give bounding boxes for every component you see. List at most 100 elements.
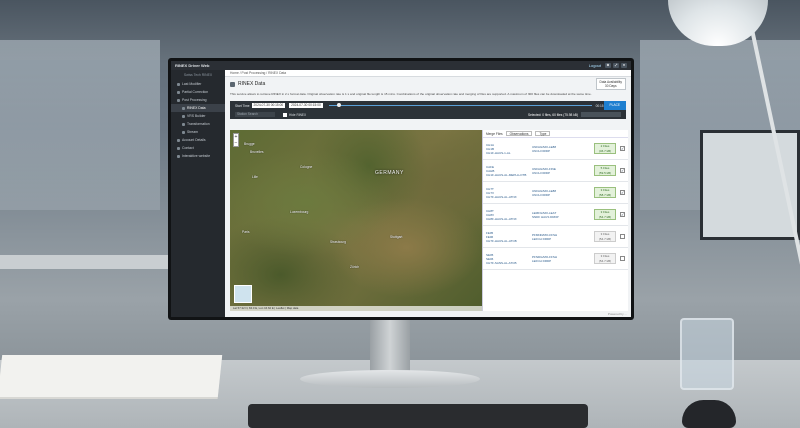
time-range-bar: Start Time 2024-07-30 00:15:00 2024-07-3… xyxy=(230,101,626,110)
close-icon[interactable]: ✕ xyxy=(621,63,627,68)
sidebar-item-website[interactable]: Interaktive website xyxy=(171,152,225,160)
time-slider[interactable] xyxy=(328,103,592,107)
merge-files-label: Merge Files xyxy=(486,131,503,136)
station-checkbox[interactable]: ✓ xyxy=(620,212,625,217)
files-badge: 3 Files (54.7 kB) xyxy=(594,231,616,242)
sidebar-item-transformation[interactable]: Transformation xyxy=(171,120,225,128)
sidebar-item-account-details[interactable]: Account Details xyxy=(171,136,225,144)
map-city-label: Strasbourg xyxy=(330,240,347,244)
sidebar-brand: Swiss Tech RINEX xyxy=(183,73,213,77)
map-city-label: Bruxelles xyxy=(250,150,264,154)
menu-icon xyxy=(177,146,180,150)
files-badge: 5 Files (59.5 kB) xyxy=(594,165,616,176)
station-checkbox[interactable]: ✓ xyxy=(620,190,625,195)
paper-stack xyxy=(0,355,223,397)
data-availability-box: Data Availability 30 Days xyxy=(595,78,626,90)
map-and-list: + − GERMANY Bruxelles Brugge Cologne Lil… xyxy=(230,130,628,311)
window-left xyxy=(0,40,160,210)
map-city-label: Brugge xyxy=(244,142,255,146)
map-city-label: Luxembourg xyxy=(290,210,309,214)
keyboard xyxy=(248,404,588,428)
filter-bar: Station Search Hide RINEX Selected: 0 fi… xyxy=(230,110,626,119)
fullscreen-icon[interactable]: ⤢ xyxy=(613,63,619,68)
files-badge: 2 Files (46.7 kB) xyxy=(594,143,616,154)
station-checkbox[interactable] xyxy=(620,234,625,239)
station-search-input[interactable]: Station Search xyxy=(235,112,275,117)
menu-icon xyxy=(182,122,185,126)
zoom-out-button[interactable]: − xyxy=(234,140,238,146)
start-time-input[interactable]: 2024-07-30 00:15:00 xyxy=(251,103,286,108)
sidebar-item-vrs-builder[interactable]: VRS Builder xyxy=(171,112,225,120)
map-zoom-control: + − xyxy=(233,133,239,147)
station-row[interactable]: FE05 FE06 CH7F-HAUS-AL-ATCB PFMND/MO-FFSH L… xyxy=(483,226,628,248)
type-select[interactable]: Type xyxy=(535,131,551,136)
station-checkbox[interactable]: ✓ xyxy=(620,146,625,151)
monitor-stand xyxy=(370,318,410,373)
station-row[interactable]: CH7T CH7V CH7F-HAUS-AL-ATNX UNFAG/MO-LE88 U… xyxy=(483,182,628,204)
breadcrumb: Home / Post Processing / RINEX Data xyxy=(225,70,631,77)
main-content: Home / Post Processing / RINEX Data RINE… xyxy=(225,70,631,317)
station-checkbox[interactable] xyxy=(620,256,625,261)
breadcrumb-home[interactable]: Home xyxy=(230,71,239,75)
end-time-input[interactable]: 2024-07-30 00:15:00 xyxy=(289,103,323,108)
pen-cup xyxy=(680,318,734,390)
menu-icon xyxy=(177,82,180,86)
sidebar-item-post-processing[interactable]: Post Processing xyxy=(171,96,225,104)
files-badge: 3 Files (54.7 kB) xyxy=(594,253,616,264)
menu-icon xyxy=(182,114,185,118)
map-country-label: GERMANY xyxy=(375,170,404,176)
sidebar-item-contact[interactable]: Contact xyxy=(171,144,225,152)
station-list-header: Merge Files Observations Type xyxy=(483,130,628,138)
end-time-display: 00:15 xyxy=(595,103,604,108)
map-attribution: Lat 57.32 N, 84.0 E, Lon 16.62 E | Leafl… xyxy=(230,306,482,311)
breadcrumb-post-processing[interactable]: Post Processing xyxy=(242,71,266,75)
station-checkbox[interactable]: ✓ xyxy=(620,168,625,173)
sidebar-item-stream[interactable]: Stream xyxy=(171,128,225,136)
footer-note: Powered by ... xyxy=(607,312,627,316)
files-badge: 3 Files (58.7 kB) xyxy=(594,187,616,198)
monitor: RINEX Driver Web Logout ⚙ ⤢ ✕ Swiss Tech… xyxy=(168,58,634,320)
minimap[interactable] xyxy=(234,285,252,303)
page-header: RINEX Data Data Availability 30 Days xyxy=(225,77,631,91)
map-city-label: Cologne xyxy=(300,165,313,169)
menu-icon xyxy=(177,138,180,142)
sidebar-item-rinex-data[interactable]: RINEX Data xyxy=(171,104,225,112)
menu-icon xyxy=(182,106,185,110)
download-field[interactable] xyxy=(581,112,621,117)
hide-rinex-label: Hide RINEX xyxy=(289,112,307,117)
station-map[interactable]: + − GERMANY Bruxelles Brugge Cologne Lil… xyxy=(230,130,482,311)
monitor-stand-base xyxy=(300,370,480,388)
page-description: This service allows to retrieve RINEX in… xyxy=(230,92,592,96)
start-time-label: Start Time xyxy=(235,103,250,108)
station-row[interactable]: CH8T CH8V CH8F-HAUS-AL-ATNX LEMFG/MO-LEAT S… xyxy=(483,204,628,226)
page-title: RINEX Data xyxy=(238,81,266,87)
selected-count: Selected: 0 files, 60 files (75.98 kB) xyxy=(528,112,578,117)
rinex-icon xyxy=(230,81,235,87)
map-city-label: Stuttgart xyxy=(390,235,403,239)
station-row[interactable]: CH1A CH1B CH1F-HAUS-1-AL UNFAG/MO-LE88 UNCH… xyxy=(483,138,628,160)
station-list-panel: Merge Files Observations Type CH1A CH1B CH… xyxy=(482,130,628,311)
menu-icon xyxy=(177,98,180,102)
sidebar: Swiss Tech RINEX Last Modifier Partial C… xyxy=(171,70,225,317)
station-row[interactable]: CAFE CAHB CH1F-HAUS-AL-MEPH-LOTB UNFAG/MO-… xyxy=(483,160,628,182)
logout-link[interactable]: Logout xyxy=(589,63,601,68)
apply-button[interactable]: PLACE xyxy=(603,101,626,110)
map-city-label: Paris xyxy=(242,230,250,234)
files-badge: 3 Files (54.7 kB) xyxy=(594,209,616,220)
menu-icon xyxy=(177,90,180,94)
breadcrumb-rinex-data: RINEX Data xyxy=(268,71,287,75)
station-row[interactable]: SE05 SE06 CH7F-SANS-AL-ATCB PFNDG/MO-FFSH L… xyxy=(483,248,628,270)
menu-icon xyxy=(177,154,180,158)
settings-icon[interactable]: ⚙ xyxy=(605,63,611,68)
hide-rinex-checkbox[interactable] xyxy=(283,112,287,117)
app-title: RINEX Driver Web xyxy=(175,63,210,68)
sidebar-item-last-modifier[interactable]: Last Modifier xyxy=(171,80,225,88)
app-topbar: RINEX Driver Web Logout ⚙ ⤢ ✕ xyxy=(171,61,631,70)
mouse xyxy=(682,400,736,428)
observations-select[interactable]: Observations xyxy=(505,131,533,136)
station-rows: CH1A CH1B CH1F-HAUS-1-AL UNFAG/MO-LE88 UNCH… xyxy=(483,138,628,311)
sidebar-item-partial-correction[interactable]: Partial Correction xyxy=(171,88,225,96)
map-city-label: Zürich xyxy=(350,265,360,269)
app-screen: RINEX Driver Web Logout ⚙ ⤢ ✕ Swiss Tech… xyxy=(171,61,631,317)
menu-icon xyxy=(182,130,185,134)
